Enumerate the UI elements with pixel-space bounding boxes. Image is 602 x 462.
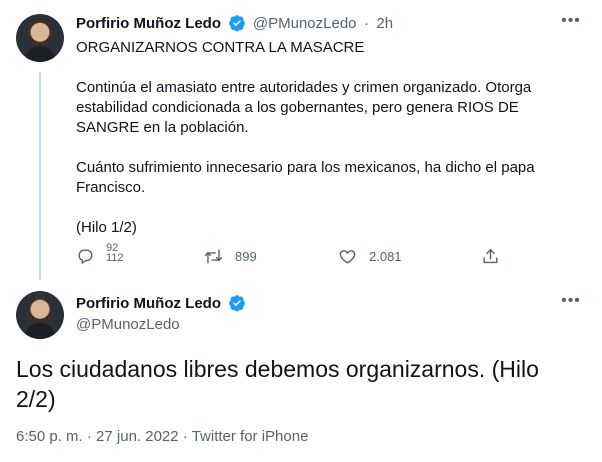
dot-separator: · [182,428,188,445]
retweet-icon [204,249,223,264]
more-dots-icon[interactable]: ••• [561,13,581,34]
tweet-time[interactable]: 6:50 p. m. [16,428,83,445]
tweet-source[interactable]: Twitter for iPhone [192,428,309,445]
tweet-metadata: 6:50 p. m. · 27 jun. 2022 · Twitter for … [16,428,308,445]
more-dots-icon[interactable]: ••• [561,293,581,314]
retweet-button[interactable]: 899 [204,247,257,266]
tweet2-author-name-row: Porfirio Muñoz Ledo [76,294,246,314]
tweet1-header: Porfirio Muñoz Ledo @PMunozLedo · 2h [76,14,393,34]
avatar[interactable] [16,291,64,339]
tweet-text: Los ciudadanos libres debemos organizarn… [16,356,539,412]
tweet-actions: 92 112 899 2.081 [76,242,506,269]
author-handle[interactable]: @PMunozLedo [253,15,357,32]
reply-count-top: 92 [106,242,119,251]
share-button[interactable] [481,247,512,266]
retweet-count: 899 [235,249,257,264]
dot-separator: · [363,15,369,32]
author-handle[interactable]: @PMunozLedo [76,316,180,333]
avatar[interactable] [16,14,64,62]
verified-badge-icon [229,15,246,32]
heart-icon [339,250,356,264]
reply-button[interactable]: 92 112 [76,242,124,266]
share-icon [483,249,498,264]
dot-separator: · [86,428,92,445]
like-count: 2.081 [369,249,402,264]
tweet-text: ORGANIZARNOS CONTRA LA MASACRE Continúa … [76,39,535,236]
tweet-date[interactable]: 27 jun. 2022 [96,428,179,445]
verified-badge-icon [229,295,246,312]
author-name[interactable]: Porfirio Muñoz Ledo [76,15,221,32]
like-button[interactable]: 2.081 [338,247,402,266]
thread-connector-line [39,72,41,280]
tweet-timestamp[interactable]: 2h [376,15,393,32]
author-name[interactable]: Porfirio Muñoz Ledo [76,295,221,312]
reply-icon [78,249,93,265]
reply-count: 92 112 [106,241,124,261]
reply-count-bottom: 112 [106,252,124,261]
